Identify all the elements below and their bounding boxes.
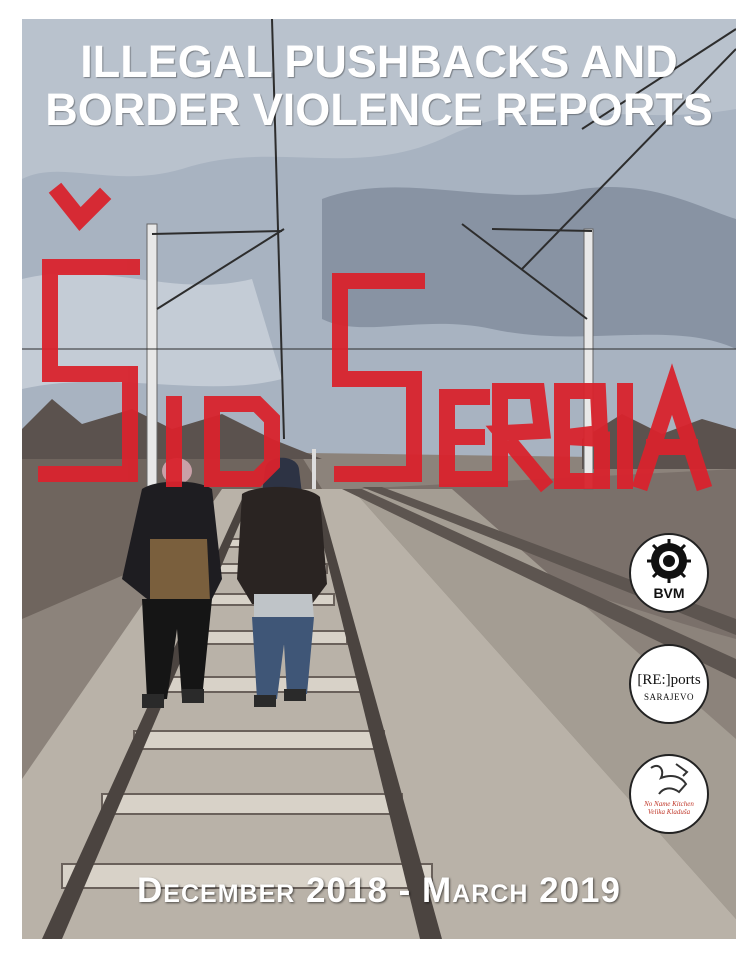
bvm-logo: BVM: [629, 533, 709, 613]
hands-illustration-icon: [650, 763, 689, 795]
reports-logo-label: [RE:]ports: [637, 672, 701, 688]
date-range: December 2018 - March 2019: [137, 871, 621, 910]
poster: ILLEGAL PUSHBACKS AND BORDER VIOLENCE RE…: [22, 19, 736, 939]
reports-logo-sublabel: SARAJEVO: [643, 692, 694, 702]
no-name-kitchen-logo: No Name Kitchen Velika Kladuša: [629, 754, 709, 834]
reports-sarajevo-logo: [RE:]ports SARAJEVO: [629, 644, 709, 724]
camera-aperture-icon: [647, 539, 691, 583]
nnk-logo-label: No Name Kitchen Velika Kladuša: [644, 800, 694, 816]
bvm-logo-label: BVM: [653, 585, 685, 601]
